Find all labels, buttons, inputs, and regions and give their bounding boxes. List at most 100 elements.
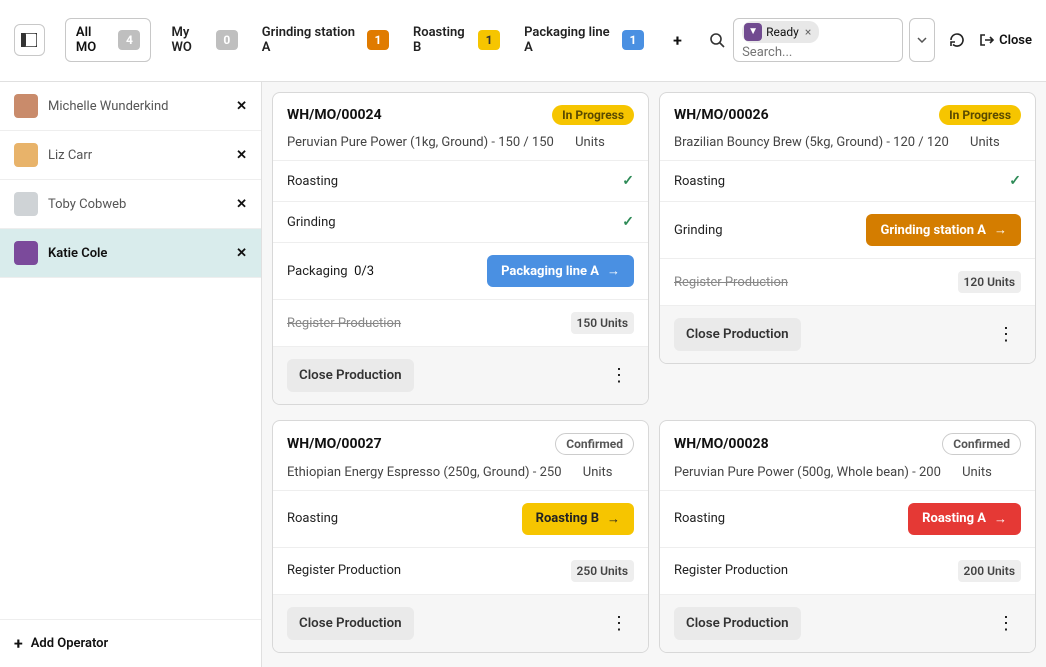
arrow-icon: → (607, 511, 620, 527)
close-production-button[interactable]: Close Production (287, 607, 414, 640)
mo-id: WH/MO/00028 (674, 436, 769, 452)
roasting-action-button[interactable]: Roasting A → (908, 503, 1021, 535)
tab-count: 1 (478, 30, 500, 50)
tab-label: Packaging line A (524, 25, 616, 55)
register-units: 150 Units (571, 312, 634, 334)
refresh-button[interactable] (949, 32, 965, 48)
status-badge: Confirmed (555, 433, 634, 455)
arrow-icon: → (994, 511, 1007, 527)
register-row[interactable]: Register Production 120 Units (660, 259, 1035, 306)
operator-row[interactable]: Toby Cobweb ✕ (0, 180, 261, 229)
mo-id: WH/MO/00027 (287, 436, 382, 452)
register-row[interactable]: Register Production 200 Units (660, 548, 1035, 595)
check-icon: ✓ (622, 173, 634, 189)
more-menu[interactable]: ⋮ (991, 324, 1021, 345)
mo-card: WH/MO/00028 Confirmed Peruvian Pure Powe… (659, 420, 1036, 653)
units-label: Units (962, 465, 992, 480)
operator-row[interactable]: Liz Carr ✕ (0, 131, 261, 180)
top-bar: All MO 4 My WO 0 Grinding station A 1 Ro… (0, 0, 1046, 81)
step-row[interactable]: Grinding Grinding station A → (660, 202, 1035, 259)
close-button[interactable]: Close (979, 33, 1032, 48)
mo-description: Peruvian Pure Power (1kg, Ground) - 150 … (287, 135, 554, 150)
mo-card: WH/MO/00027 Confirmed Ethiopian Energy E… (272, 420, 649, 653)
mo-card: WH/MO/00026 In Progress Brazilian Bouncy… (659, 92, 1036, 364)
tab-all-mo[interactable]: All MO 4 (65, 18, 152, 62)
tab-label: Grinding station A (262, 25, 361, 55)
plus-icon: + (14, 634, 23, 653)
step-row[interactable]: Grinding ✓ (273, 202, 648, 243)
check-icon: ✓ (622, 214, 634, 230)
add-operator-button[interactable]: + Add Operator (0, 619, 261, 667)
mo-card: WH/MO/00024 In Progress Peruvian Pure Po… (272, 92, 649, 405)
grinding-action-button[interactable]: Grinding station A → (866, 214, 1021, 246)
tab-label: Roasting B (413, 25, 472, 55)
add-operator-label: Add Operator (31, 636, 109, 651)
register-row[interactable]: Register Production 150 Units (273, 300, 648, 347)
step-name: Roasting (287, 174, 338, 189)
tab-label: My WO (171, 25, 209, 55)
tab-grinding[interactable]: Grinding station A 1 (262, 25, 389, 55)
operator-row[interactable]: Michelle Wunderkind ✕ (0, 82, 261, 131)
search-group: ▼ Ready × Close (707, 18, 1032, 62)
button-label: Roasting A (922, 511, 986, 526)
more-menu[interactable]: ⋮ (991, 613, 1021, 634)
check-icon: ✓ (1009, 173, 1021, 189)
close-production-button[interactable]: Close Production (287, 359, 414, 392)
step-row[interactable]: Roasting Roasting B → (273, 491, 648, 548)
filter-remove[interactable]: × (803, 25, 813, 39)
exit-icon (979, 33, 995, 47)
more-menu[interactable]: ⋮ (604, 613, 634, 634)
packaging-action-button[interactable]: Packaging line A → (487, 255, 634, 287)
register-units: 250 Units (571, 560, 634, 582)
operator-row[interactable]: Katie Cole ✕ (0, 229, 261, 278)
step-name: Roasting (674, 174, 725, 189)
register-row[interactable]: Register Production 250 Units (273, 548, 648, 595)
search-icon[interactable] (707, 32, 727, 48)
close-production-button[interactable]: Close Production (674, 318, 801, 351)
more-menu[interactable]: ⋮ (604, 365, 634, 386)
remove-operator[interactable]: ✕ (236, 148, 247, 163)
filter-chip[interactable]: ▼ Ready × (742, 21, 819, 43)
register-label: Register Production (674, 563, 788, 578)
tab-count: 4 (118, 30, 140, 50)
step-count: 0/3 (354, 264, 374, 279)
search-dropdown[interactable] (909, 18, 935, 62)
chevron-down-icon (917, 37, 927, 43)
sidebar-toggle[interactable] (14, 24, 45, 56)
remove-operator[interactable]: ✕ (236, 197, 247, 212)
register-label: Register Production (287, 316, 401, 331)
step-row[interactable]: Roasting Roasting A → (660, 491, 1035, 548)
step-row[interactable]: Packaging 0/3 Packaging line A → (273, 243, 648, 300)
arrow-icon: → (607, 263, 620, 279)
tab-packaging[interactable]: Packaging line A 1 (524, 25, 644, 55)
arrow-icon: → (994, 222, 1007, 238)
tab-roasting[interactable]: Roasting B 1 (413, 25, 500, 55)
register-label: Register Production (674, 275, 788, 290)
close-production-button[interactable]: Close Production (674, 607, 801, 640)
remove-operator[interactable]: ✕ (236, 99, 247, 114)
step-row[interactable]: Roasting ✓ (660, 161, 1035, 202)
step-row[interactable]: Roasting ✓ (273, 161, 648, 202)
button-label: Grinding station A (880, 223, 986, 238)
remove-operator[interactable]: ✕ (236, 246, 247, 261)
register-units: 120 Units (958, 271, 1021, 293)
mo-description: Peruvian Pure Power (500g, Whole bean) -… (674, 465, 941, 480)
step-name: Grinding (674, 223, 723, 238)
register-label: Register Production (287, 563, 401, 578)
mo-id: WH/MO/00026 (674, 107, 769, 123)
filter-icon: ▼ (744, 23, 762, 41)
step-name: Roasting (287, 511, 338, 526)
tab-count: 1 (622, 30, 644, 50)
add-tab-button[interactable]: + (668, 30, 687, 50)
roasting-action-button[interactable]: Roasting B → (522, 503, 634, 535)
search-box[interactable]: ▼ Ready × (733, 18, 903, 62)
button-label: Roasting B (536, 511, 599, 526)
operator-name: Katie Cole (48, 246, 226, 261)
mo-id: WH/MO/00024 (287, 107, 382, 123)
search-input[interactable] (742, 45, 894, 60)
mo-description: Brazilian Bouncy Brew (5kg, Ground) - 12… (674, 135, 949, 150)
units-label: Units (575, 135, 605, 150)
tab-my-wo[interactable]: My WO 0 (171, 25, 237, 55)
step-name: Roasting (674, 511, 725, 526)
mo-description: Ethiopian Energy Espresso (250g, Ground)… (287, 465, 562, 480)
